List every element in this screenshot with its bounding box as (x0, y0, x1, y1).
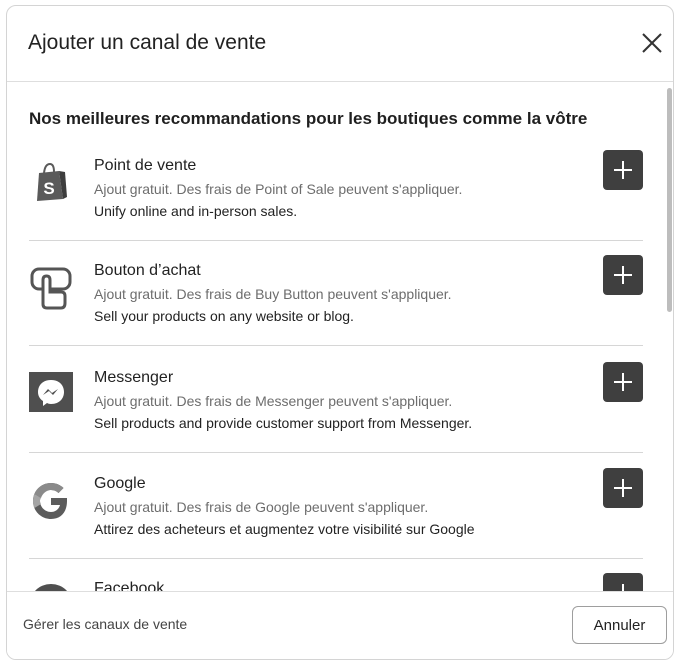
section-title: Nos meilleures recommandations pour les … (29, 109, 588, 128)
modal-header: Ajouter un canal de vente (7, 6, 673, 82)
add-channel-button[interactable] (603, 362, 643, 402)
channel-fee: Ajout gratuit. Des frais de Buy Button p… (94, 286, 452, 302)
cancel-button[interactable]: Annuler (572, 606, 667, 644)
buy-button-icon (30, 267, 72, 310)
add-channel-button[interactable] (603, 150, 643, 190)
add-channel-button[interactable] (603, 255, 643, 295)
modal-footer: Gérer les canaux de vente Annuler (7, 591, 673, 659)
divider (29, 452, 643, 453)
channel-name: Google (94, 475, 146, 492)
modal-title: Ajouter un canal de vente (28, 31, 267, 54)
channel-description: Unify online and in-person sales. (94, 203, 298, 219)
channel-fee: Ajout gratuit. Des frais de Google peuve… (94, 499, 429, 515)
divider (29, 345, 643, 346)
channel-name: Point de vente (94, 157, 197, 174)
channel-name: Bouton d’achat (94, 262, 201, 279)
channel-description: Sell products and provide customer suppo… (94, 415, 473, 431)
google-icon (33, 483, 67, 519)
svg-text:S: S (43, 179, 54, 198)
divider (29, 558, 643, 559)
manage-sales-channels-link[interactable]: Gérer les canaux de vente (23, 616, 187, 632)
modal-body[interactable]: Nos meilleures recommandations pour les … (7, 82, 673, 594)
channel-description: Attirez des acheteurs et augmentez votre… (94, 521, 475, 537)
scrollbar[interactable] (665, 84, 673, 316)
divider (29, 240, 643, 241)
channel-fee: Ajout gratuit. Des frais de Messenger pe… (94, 393, 453, 409)
shopify-bag-icon: S (37, 162, 67, 201)
add-channel-button[interactable] (603, 468, 643, 508)
channel-fee: Ajout gratuit. Des frais de Point of Sal… (94, 181, 463, 197)
channel-description: Sell your products on any website or blo… (94, 308, 354, 324)
add-sales-channel-modal: Ajouter un canal de vente Nos meilleures… (6, 5, 674, 660)
messenger-icon (29, 372, 73, 412)
close-icon[interactable] (639, 30, 665, 56)
channel-name: Messenger (94, 369, 174, 386)
scrollbar-thumb[interactable] (667, 88, 672, 312)
